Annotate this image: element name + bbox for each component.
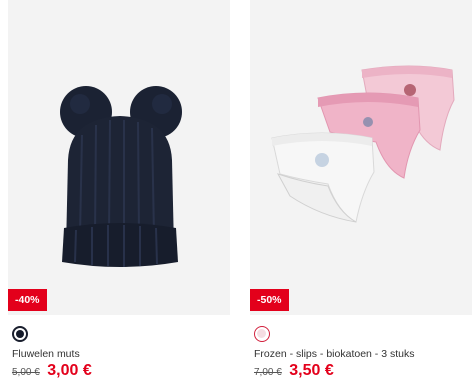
color-swatch-navy[interactable] (12, 326, 28, 342)
discount-badge: -40% (8, 289, 47, 311)
product-image-slips[interactable] (250, 0, 472, 315)
sale-price: 3,00 € (47, 362, 92, 379)
old-price: 7,00 € (254, 367, 282, 378)
price-row: 5,00 € 3,00 € (12, 362, 92, 380)
old-price: 5,00 € (12, 367, 40, 378)
discount-badge: -50% (250, 289, 289, 311)
sale-price: 3,50 € (289, 362, 334, 379)
price-row: 7,00 € 3,50 € (254, 362, 334, 380)
product-card-slips[interactable]: -50% Frozen - slips - biokatoen - 3 stuk… (250, 0, 472, 382)
product-card-hat[interactable]: -40% Fluwelen muts 5,00 € 3,00 € (8, 0, 230, 382)
color-swatch-pink[interactable] (254, 326, 270, 342)
hat-illustration (60, 86, 182, 267)
product-name[interactable]: Frozen - slips - biokatoen - 3 stuks (254, 348, 414, 360)
product-image-hat[interactable] (8, 0, 230, 315)
product-name[interactable]: Fluwelen muts (12, 348, 80, 360)
slips-illustration (271, 65, 455, 223)
